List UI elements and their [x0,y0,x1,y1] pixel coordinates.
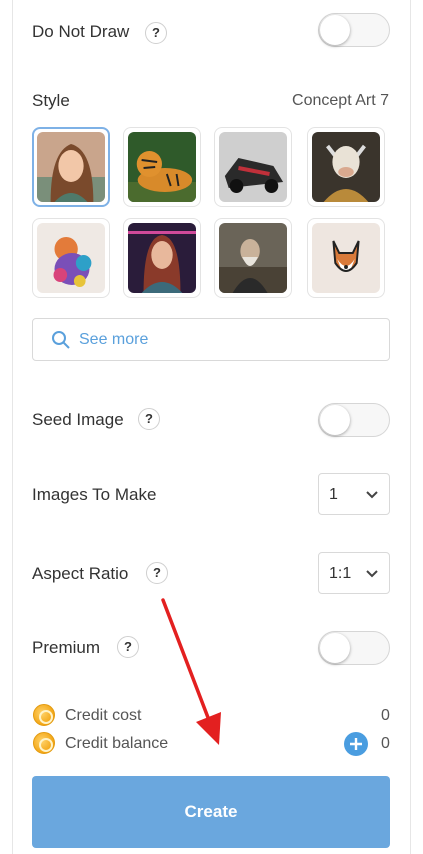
annotation-arrow [161,598,221,745]
